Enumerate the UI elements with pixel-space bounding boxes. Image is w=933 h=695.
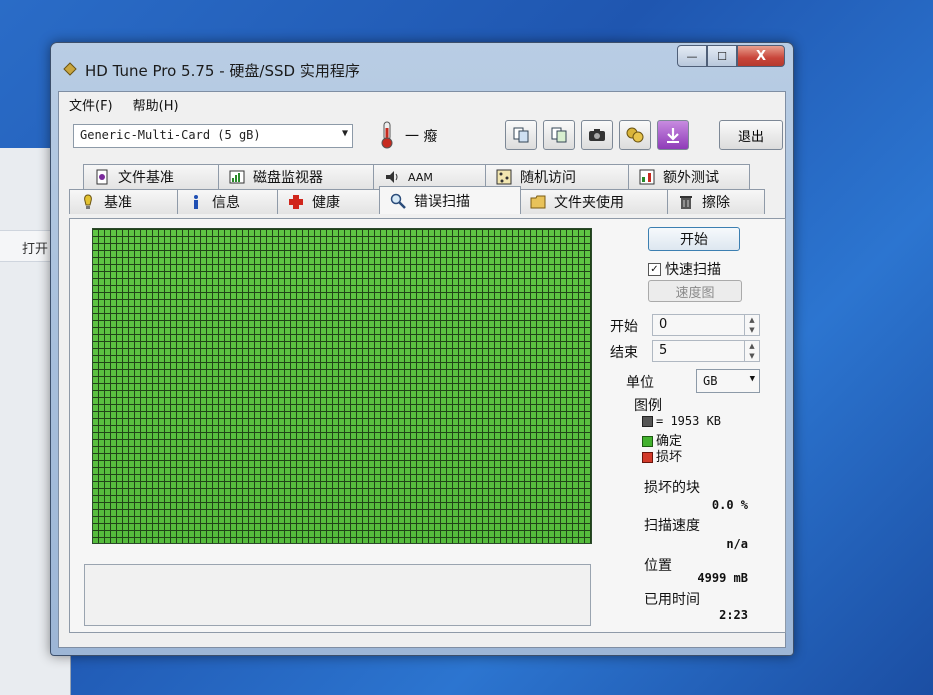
thermometer-icon — [381, 121, 393, 149]
end-spinner-value: 5 — [659, 343, 668, 358]
legend-block-size: = 1953 KB — [656, 414, 722, 428]
close-button[interactable]: X — [737, 45, 785, 67]
copy-text-icon — [551, 127, 567, 143]
download-arrow-icon — [667, 128, 679, 143]
unit-label: 单位 — [626, 375, 654, 391]
window-controls: — ☐ X — [677, 45, 785, 67]
legend-bad-swatch — [642, 452, 653, 463]
end-field-label: 结束 — [610, 345, 638, 361]
exit-button[interactable]: 退出 — [719, 120, 783, 150]
chevron-down-icon: ▼ — [749, 374, 755, 384]
menu-help[interactable]: 帮助(H) — [123, 92, 189, 114]
scan-speed-label: 扫描速度 — [644, 518, 700, 534]
unit-select-value: GB — [703, 374, 718, 388]
folder-icon — [530, 195, 546, 209]
app-icon — [63, 62, 77, 76]
spinner-arrows-icon[interactable]: ▲ ▼ — [744, 341, 759, 361]
trash-icon — [680, 196, 692, 209]
client-area: 文件(F) 帮助(H) Generic-Multi-Card (5 gB) ▼ … — [58, 91, 786, 648]
maximize-button[interactable]: ☐ — [707, 45, 737, 67]
tab-info[interactable]: 信息 — [177, 189, 279, 214]
random-access-icon — [496, 169, 512, 185]
disk-monitor-icon — [229, 170, 245, 184]
menu-bar: 文件(F) 帮助(H) — [59, 92, 785, 114]
temperature-readout: 一 癈 — [405, 129, 438, 145]
tab-health[interactable]: 健康 — [277, 189, 381, 214]
copy-info-button[interactable] — [505, 120, 537, 150]
camera-icon — [589, 129, 605, 141]
file-benchmark-icon — [96, 169, 108, 185]
legend-title: 图例 — [634, 398, 662, 414]
magnifier-icon — [390, 193, 406, 209]
benchmark-icon — [84, 194, 92, 209]
legend-bad-label: 损坏 — [656, 450, 683, 465]
end-spinner[interactable]: 5 ▲ ▼ — [652, 340, 760, 362]
speed-map-button[interactable]: 速度图 — [648, 280, 742, 302]
elapsed-value: 2:23 — [719, 608, 748, 622]
title-bar[interactable]: HD Tune Pro 5.75 - 硬盘/SSD 实用程序 — ☐ X — [51, 43, 793, 91]
drive-select[interactable]: Generic-Multi-Card (5 gB) ▼ — [73, 124, 353, 148]
scan-controls: 开始 ✓ 快速扫描 速度图 开始 0 ▲ ▼ 结束 5 ▲ ▼ 单位 GB ▼ … — [600, 219, 780, 629]
save-button[interactable] — [657, 120, 689, 150]
window-title: HD Tune Pro 5.75 - 硬盘/SSD 实用程序 — [85, 62, 360, 80]
health-cross-icon — [289, 195, 303, 209]
drive-select-value: Generic-Multi-Card (5 gB) — [80, 128, 261, 142]
elapsed-label: 已用时间 — [644, 592, 700, 608]
screenshot-button[interactable] — [581, 120, 613, 150]
quick-scan-label: 快速扫描 — [665, 262, 721, 278]
legend-block-row: = 1953 KB — [642, 414, 721, 428]
log-box — [84, 564, 591, 626]
bad-blocks-label: 损坏的块 — [644, 480, 700, 496]
unit-select[interactable]: GB ▼ — [696, 369, 760, 393]
start-spinner[interactable]: 0 ▲ ▼ — [652, 314, 760, 336]
copy-icon — [513, 127, 529, 143]
tab-error-scan[interactable]: 错误扫描 — [379, 186, 521, 214]
toolbar: Generic-Multi-Card (5 gB) ▼ 一 癈 退出 — [59, 116, 785, 158]
hdtune-window: HD Tune Pro 5.75 - 硬盘/SSD 实用程序 — ☐ X 文件(… — [50, 42, 794, 656]
background-open-button[interactable]: 打开 — [22, 238, 48, 257]
start-spinner-value: 0 — [659, 317, 668, 332]
quick-scan-checkbox[interactable]: ✓ 快速扫描 — [648, 259, 721, 279]
legend-block-swatch — [642, 416, 653, 427]
start-field-label: 开始 — [610, 319, 638, 335]
minimize-button[interactable]: — — [677, 45, 707, 67]
tab-benchmark[interactable]: 基准 — [69, 189, 179, 214]
position-value: 4999 mB — [697, 571, 748, 585]
coins-icon — [626, 127, 644, 143]
scan-speed-value: n/a — [726, 537, 748, 551]
legend-bad-row: 损坏 — [642, 446, 682, 465]
options-button[interactable] — [619, 120, 651, 150]
spinner-arrows-icon[interactable]: ▲ ▼ — [744, 315, 759, 335]
bad-blocks-value: 0.0 % — [711, 498, 748, 512]
extra-tests-icon — [639, 169, 655, 185]
speaker-icon — [386, 171, 398, 183]
tab-disk-monitor[interactable]: 磁盘监视器 — [218, 164, 375, 189]
checkbox-check-icon: ✓ — [648, 262, 661, 276]
scan-block-grid — [92, 228, 592, 544]
menu-file[interactable]: 文件(F) — [59, 92, 123, 114]
start-button[interactable]: 开始 — [648, 227, 740, 251]
tab-folder-usage[interactable]: 文件夹使用 — [519, 189, 669, 214]
chevron-down-icon: ▼ — [341, 128, 348, 139]
error-scan-panel: 开始 ✓ 快速扫描 速度图 开始 0 ▲ ▼ 结束 5 ▲ ▼ 单位 GB ▼ … — [69, 218, 786, 633]
copy-text-button[interactable] — [543, 120, 575, 150]
info-icon — [194, 195, 198, 209]
tab-erase[interactable]: 擦除 — [667, 189, 765, 214]
tab-strip: 文件基准 磁盘监视器 AAM 随机访问 额外测试 基准 信息 健康 错误扫描 文… — [69, 162, 774, 222]
tab-extra-tests[interactable]: 额外测试 — [628, 164, 750, 189]
tab-file-benchmark[interactable]: 文件基准 — [83, 164, 220, 189]
